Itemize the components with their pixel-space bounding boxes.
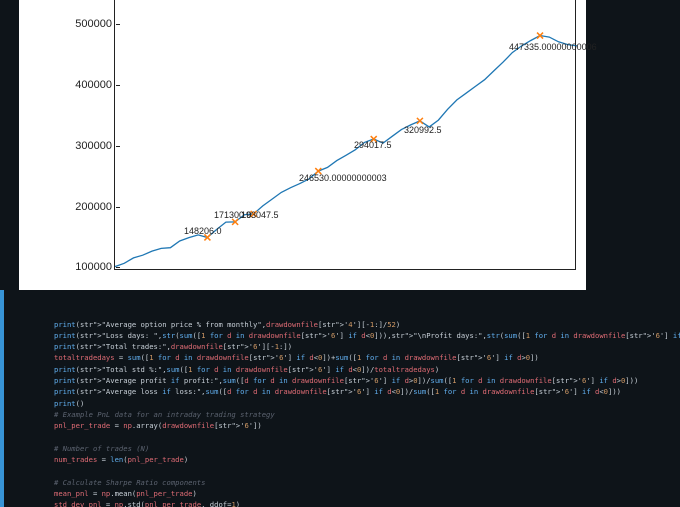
marker-x-icon bbox=[417, 118, 423, 124]
marker-label: 148206.0 bbox=[184, 226, 222, 236]
code-editor[interactable]: print(str">"Average option price % from … bbox=[0, 290, 680, 507]
equity-chart: 100000 200000 300000 400000 500000 14820… bbox=[19, 0, 586, 290]
marker-label: 294017.5 bbox=[354, 140, 392, 150]
ytick: 300000 bbox=[52, 140, 112, 152]
marker-label: 193047.5 bbox=[241, 210, 279, 220]
ytick: 400000 bbox=[52, 79, 112, 91]
marker-label: 320992.5 bbox=[404, 125, 442, 135]
ytick: 500000 bbox=[52, 18, 112, 30]
marker-label: 447335.00000000006 bbox=[509, 42, 597, 52]
ytick: 200000 bbox=[52, 201, 112, 213]
marker-label: 246530.00000000003 bbox=[299, 173, 387, 183]
ytick: 100000 bbox=[52, 261, 112, 273]
